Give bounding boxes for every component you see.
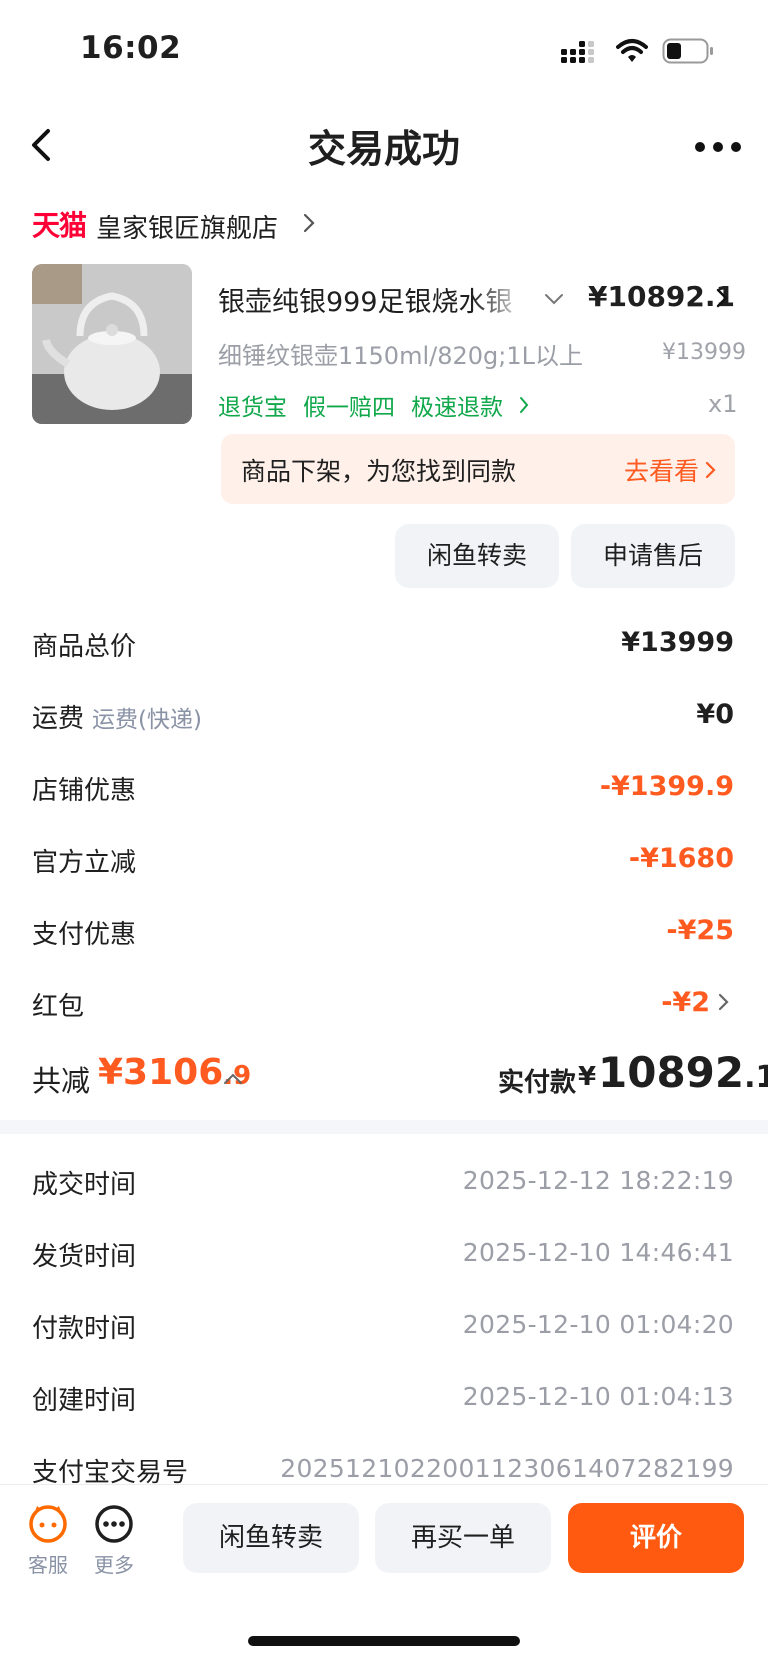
shipping-method: 运费(快递) xyxy=(92,707,202,733)
price-row-value: ¥13999 xyxy=(621,627,734,658)
product-quantity: x1 xyxy=(708,390,738,418)
order-info-value: 2025-12-12 18:22:19 xyxy=(462,1166,734,1195)
resell-button[interactable]: 闲鱼转卖 xyxy=(395,524,559,588)
resell-bottom-button[interactable]: 闲鱼转卖 xyxy=(183,1503,359,1573)
rebuy-button[interactable]: 再买一单 xyxy=(375,1503,551,1573)
review-button[interactable]: 评价 xyxy=(568,1503,744,1573)
order-info-label: 付款时间 xyxy=(32,1314,137,1344)
chevron-up-icon[interactable] xyxy=(222,1072,244,1086)
price-row-label: 店铺优惠 xyxy=(32,776,137,806)
chevron-down-icon[interactable] xyxy=(543,292,565,306)
more-button[interactable]: 更多 xyxy=(84,1503,144,1578)
shipping-label: 运费 xyxy=(32,704,85,734)
view-similar-link[interactable]: 去看看 xyxy=(624,452,717,488)
amount-paid-label: 实付款 xyxy=(498,1068,577,1098)
similar-item-banner[interactable]: 商品下架，为您找到同款 去看看 xyxy=(221,434,735,504)
wifi-icon xyxy=(616,39,648,62)
order-info-label: 创建时间 xyxy=(32,1386,137,1416)
chevron-right-icon xyxy=(303,213,315,233)
chevron-right-icon[interactable] xyxy=(718,992,730,1012)
price-row-label: 支付优惠 xyxy=(32,920,137,950)
service-tags[interactable]: 退货宝 假一赔四 极速退款 xyxy=(218,388,529,422)
section-divider xyxy=(0,1120,768,1134)
tag-return-insurance: 退货宝 xyxy=(218,395,287,421)
order-info-value: 2025-12-10 14:46:41 xyxy=(462,1238,734,1267)
tmall-logo: 天猫 xyxy=(32,209,87,242)
chevron-right-icon xyxy=(520,397,529,413)
page-title: 交易成功 xyxy=(307,127,460,171)
cellular-signal-icon xyxy=(561,41,594,63)
notice-text: 商品下架，为您找到同款 xyxy=(241,457,517,486)
alipay-trade-number[interactable]: 2025121022001123061407282199 xyxy=(280,1454,734,1483)
price-row-value: -¥1680 xyxy=(628,843,734,874)
view-similar-label: 去看看 xyxy=(623,457,699,486)
chevron-right-icon[interactable] xyxy=(716,288,728,308)
order-info-value: 2025-12-10 01:04:13 xyxy=(462,1382,734,1411)
silver-kettle-picture xyxy=(32,264,192,424)
order-detail-page: 16:02 交易成功 天猫 皇家银匠旗舰店 银壶纯银999足银烧水银 ¥1089… xyxy=(0,0,768,1663)
price-row-label: 商品总价 xyxy=(32,632,137,662)
order-info-value: 2025-12-10 01:04:20 xyxy=(462,1310,734,1339)
store-name-link[interactable]: 皇家银匠旗舰店 xyxy=(96,208,278,245)
tag-fast-refund: 极速退款 xyxy=(411,395,503,421)
price-row-label: 红包 xyxy=(32,992,85,1022)
paid-integer: 10892 xyxy=(598,1048,745,1097)
customer-service-icon xyxy=(29,1505,67,1543)
discount-integer: ¥3106 xyxy=(98,1052,224,1093)
price-row-value[interactable]: -¥2 xyxy=(661,987,710,1018)
status-time: 16:02 xyxy=(80,30,182,66)
more-options-icon[interactable] xyxy=(694,140,742,154)
price-row-value: ¥0 xyxy=(696,699,734,730)
battery-icon xyxy=(662,38,713,64)
customer-service-label: 客服 xyxy=(28,1553,68,1577)
after-sale-button[interactable]: 申请售后 xyxy=(571,524,735,588)
chevron-right-icon xyxy=(705,461,716,479)
order-info-label: 成交时间 xyxy=(32,1170,137,1200)
amount-paid-value: 10892.1 xyxy=(598,1048,768,1097)
price-row-label: 运费 运费(快递) xyxy=(32,698,202,735)
product-image[interactable] xyxy=(32,264,192,424)
price-row-label: 官方立减 xyxy=(32,848,137,878)
tag-fake-compensation: 假一赔四 xyxy=(303,395,395,421)
product-spec: 细锤纹银壶1150ml/820g;1L以上 xyxy=(218,342,583,370)
amount-paid-currency: ¥ xyxy=(578,1062,597,1092)
more-icon xyxy=(95,1505,133,1543)
more-label: 更多 xyxy=(94,1553,134,1577)
paid-decimal: .1 xyxy=(744,1060,768,1095)
home-indicator[interactable] xyxy=(248,1636,520,1646)
price-row-value: -¥1399.9 xyxy=(599,771,734,802)
product-price: ¥10892.1 xyxy=(588,280,736,313)
product-title[interactable]: 银壶纯银999足银烧水银 xyxy=(218,280,528,320)
order-info-label: 发货时间 xyxy=(32,1242,137,1272)
price-row-value: -¥25 xyxy=(666,915,734,946)
original-price: ¥13999 xyxy=(662,340,746,365)
customer-service-button[interactable]: 客服 xyxy=(18,1503,78,1578)
total-discount-label: 共减 xyxy=(32,1064,91,1098)
